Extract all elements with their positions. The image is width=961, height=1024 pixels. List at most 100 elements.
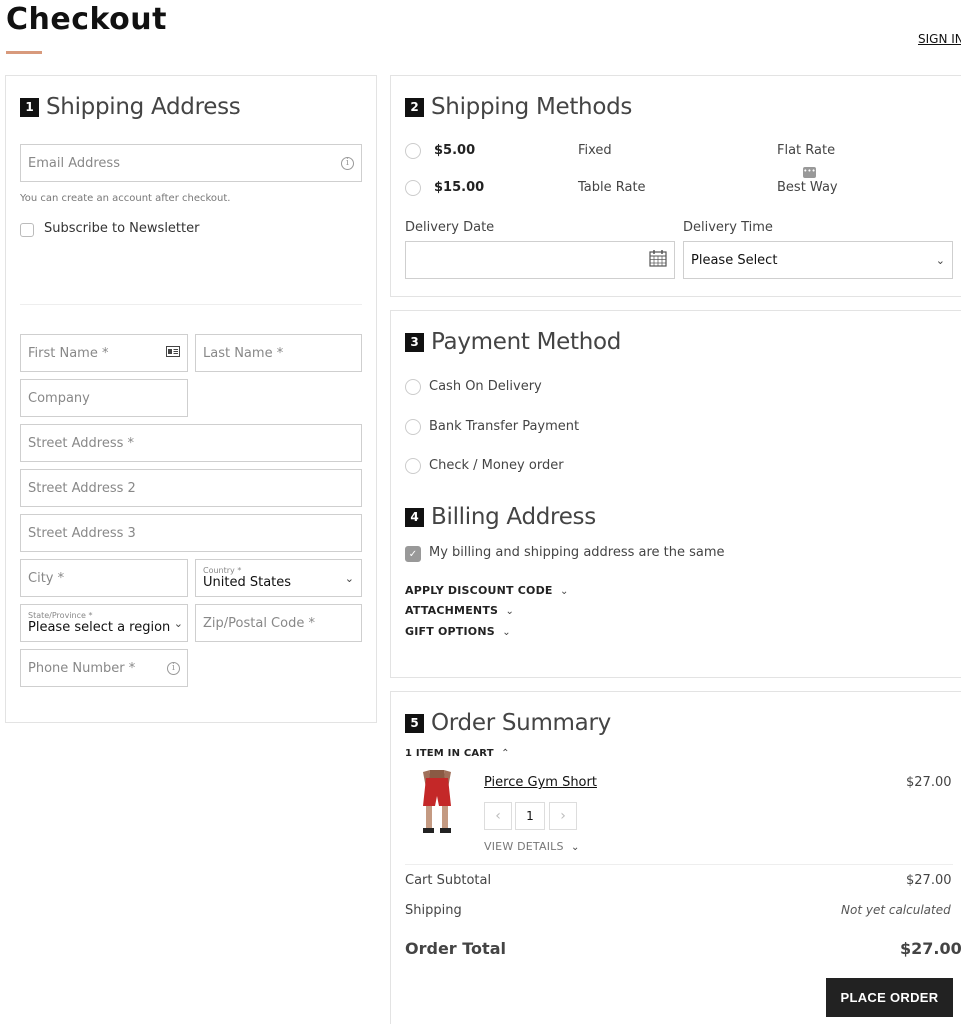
payment-method-heading: 3 Payment Method [405,329,621,355]
city-field[interactable]: City * [20,559,188,597]
billing-address-heading: 4 Billing Address [405,504,596,530]
subtotal-value: $27.00 [906,873,952,888]
step-number: 4 [405,507,424,527]
contact-card-icon [166,345,180,361]
delivery-date-field[interactable] [405,241,675,279]
chevron-down-icon: ⌄ [344,571,354,585]
country-label: Country * [203,566,242,575]
chevron-down-icon: ⌄ [567,842,580,853]
last-name-placeholder: Last Name * [203,345,284,361]
email-hint: You can create an account after checkout… [20,193,231,204]
chevron-down-icon: ⌄ [498,627,511,638]
discount-code-label: APPLY DISCOUNT CODE [405,584,553,597]
product-thumbnail[interactable] [414,768,460,838]
shipping-option-radio[interactable] [405,143,421,159]
country-select[interactable]: Country * United States ⌄ [195,559,362,597]
phone-field[interactable]: Phone Number * i [20,649,188,687]
qty-input[interactable]: 1 [515,802,545,830]
street-address-3-placeholder: Street Address 3 [28,525,136,541]
section-title: Billing Address [431,504,596,530]
view-details-toggle[interactable]: VIEW DETAILS ⌄ [484,840,580,853]
subtotal-label: Cart Subtotal [405,873,492,888]
shipping-label: Shipping [405,903,462,918]
shipping-value: Not yet calculated [841,903,951,917]
street-address-2-placeholder: Street Address 2 [28,480,136,496]
shipping-option-radio[interactable] [405,180,421,196]
shipping-option-carrier: Best Way [777,180,838,195]
title-underline [6,51,42,54]
gift-options-label: GIFT OPTIONS [405,625,495,638]
place-order-button[interactable]: PLACE ORDER [826,978,953,1017]
section-divider [20,304,362,305]
step-number: 1 [20,97,39,117]
street-address-3-field[interactable]: Street Address 3 [20,514,362,552]
delivery-time-label: Delivery Time [683,220,773,235]
info-icon[interactable]: i [167,661,180,675]
company-field[interactable]: Company [20,379,188,417]
last-name-field[interactable]: Last Name * [195,334,362,372]
zip-placeholder: Zip/Postal Code * [203,615,315,631]
shipping-option-method: Table Rate [578,180,646,195]
email-field[interactable]: Email Address i [20,144,362,182]
page-title: Checkout [6,2,167,37]
view-details-label: VIEW DETAILS [484,840,564,853]
calendar-icon[interactable] [649,249,667,271]
section-title: Payment Method [431,329,622,355]
email-placeholder: Email Address [28,155,120,171]
newsletter-checkbox[interactable] [20,223,34,237]
payment-option-radio[interactable] [405,458,421,474]
product-name-link[interactable]: Pierce Gym Short [484,775,597,790]
step-number: 5 [405,713,424,733]
shipping-methods-heading: 2 Shipping Methods [405,94,632,120]
country-value: United States [203,575,292,590]
sign-in-link[interactable]: SIGN IN [918,32,961,46]
company-placeholder: Company [28,390,90,406]
step-number: 3 [405,332,424,352]
newsletter-label: Subscribe to Newsletter [44,221,200,236]
street-address-2-field[interactable]: Street Address 2 [20,469,362,507]
info-icon[interactable]: i [341,156,354,170]
shipping-option-carrier: Flat Rate [777,143,836,158]
phone-placeholder: Phone Number * [28,660,136,676]
items-in-cart-toggle[interactable]: 1 ITEM IN CART ⌃ [405,748,510,759]
shipping-option-method: Fixed [578,143,612,158]
shipping-address-heading: 1 Shipping Address [20,94,241,120]
gift-options-toggle[interactable]: GIFT OPTIONS ⌄ [405,625,511,638]
summary-divider [405,864,953,865]
increase-qty-button[interactable]: › [549,802,577,830]
items-in-cart-label: 1 ITEM IN CART [405,748,494,759]
shipping-option-price: $5.00 [434,143,476,158]
order-total-value: $27.00 [900,939,961,958]
same-address-checkbox[interactable]: ✓ [405,546,421,562]
street-address-1-field[interactable]: Street Address * [20,424,362,462]
section-title: Shipping Address [46,94,241,120]
section-title: Shipping Methods [431,94,633,120]
state-label: State/Province * [28,611,93,620]
state-value: Please select a region, [28,620,170,635]
delivery-date-label: Delivery Date [405,220,495,235]
chevron-down-icon: ⌄ [556,586,569,597]
chevron-down-icon: ⌄ [173,616,183,630]
attachments-toggle[interactable]: ATTACHMENTS ⌄ [405,604,514,617]
zip-field[interactable]: Zip/Postal Code * [195,604,362,642]
discount-code-toggle[interactable]: APPLY DISCOUNT CODE ⌄ [405,584,569,597]
payment-option-label: Cash On Delivery [429,379,542,394]
payment-option-radio[interactable] [405,419,421,435]
same-address-label: My billing and shipping address are the … [429,545,725,560]
payment-option-radio[interactable] [405,379,421,395]
more-icon[interactable]: ••• [803,167,816,178]
street-address-1-placeholder: Street Address * [28,435,135,451]
chevron-up-icon: ⌃ [497,748,510,759]
decrease-qty-button[interactable]: ‹ [484,802,512,830]
order-summary-heading: 5 Order Summary [405,710,611,736]
product-price: $27.00 [906,775,952,790]
delivery-time-select[interactable]: Please Select ⌄ [683,241,953,279]
payment-option-label: Check / Money order [429,458,564,473]
order-total-label: Order Total [405,939,506,958]
first-name-field[interactable]: First Name * [20,334,188,372]
city-placeholder: City * [28,570,65,586]
state-select[interactable]: State/Province * Please select a region,… [20,604,188,642]
order-summary-panel [390,691,961,1024]
shipping-option-price: $15.00 [434,180,485,195]
payment-billing-panel [390,310,961,678]
